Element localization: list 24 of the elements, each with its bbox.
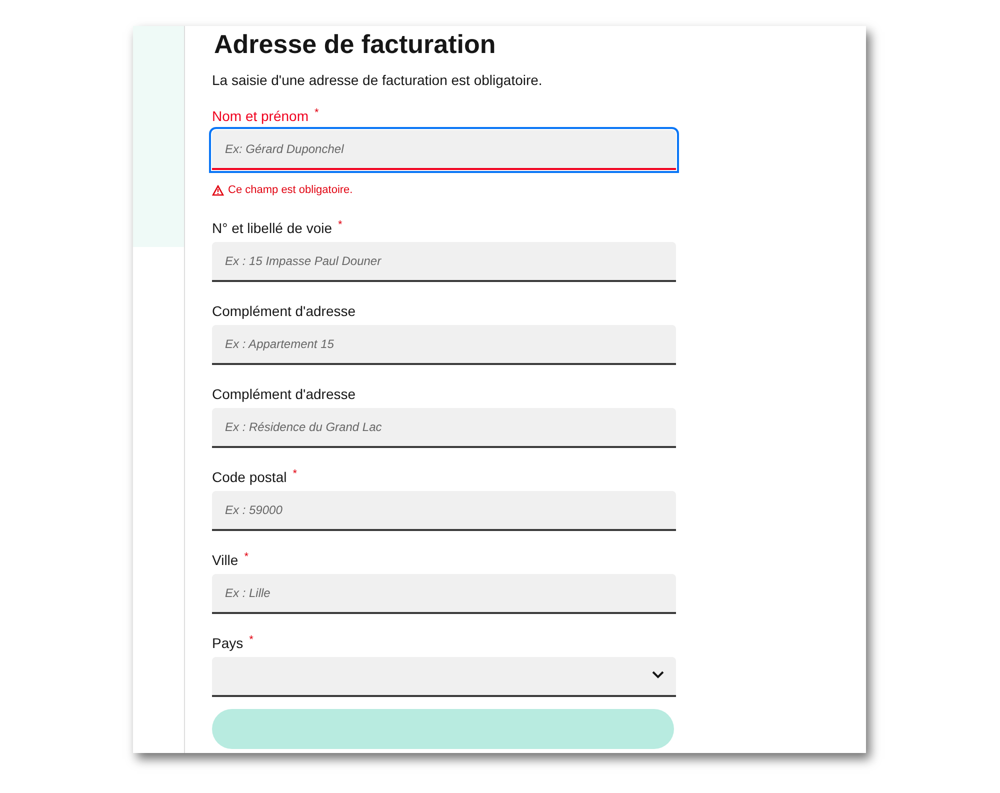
select-field[interactable] bbox=[212, 656, 676, 696]
field-label: Complément d'adresse bbox=[212, 384, 356, 404]
required-mark: * bbox=[244, 550, 248, 562]
field-label: Pays bbox=[212, 634, 244, 652]
field-label: Ville bbox=[212, 550, 238, 570]
input-field[interactable]: Ex : Lille bbox=[212, 574, 676, 614]
required-mark: * bbox=[338, 218, 342, 230]
field-label: Code postal bbox=[212, 468, 287, 486]
intro-text: La saisie d'une adresse de facturation est obligatoire. bbox=[212, 71, 544, 90]
input-field[interactable]: Ex : Résidence du Grand Lac bbox=[212, 408, 676, 448]
input-field[interactable]: Ex : 59000 bbox=[212, 490, 676, 530]
input-field[interactable]: Ex : Appartement 15 bbox=[212, 324, 676, 364]
field-label: N° et libellé de voie bbox=[212, 218, 332, 238]
field-label: Nom et prénom bbox=[212, 107, 308, 126]
form-title: Adresse de facturation bbox=[214, 28, 497, 60]
required-mark: * bbox=[292, 468, 297, 480]
required-mark: * bbox=[249, 634, 254, 646]
required-mark: * bbox=[314, 107, 319, 119]
input-field[interactable]: Ex : 15 Impasse Paul Douner bbox=[212, 242, 676, 282]
chevron-down-icon bbox=[652, 670, 664, 678]
field-label: Complément d'adresse bbox=[212, 302, 356, 320]
error-message: Ce champ est obligatoire. bbox=[228, 183, 353, 198]
input-field[interactable]: Ex: Gérard Duponchel bbox=[212, 130, 676, 170]
warning-icon bbox=[212, 184, 224, 196]
